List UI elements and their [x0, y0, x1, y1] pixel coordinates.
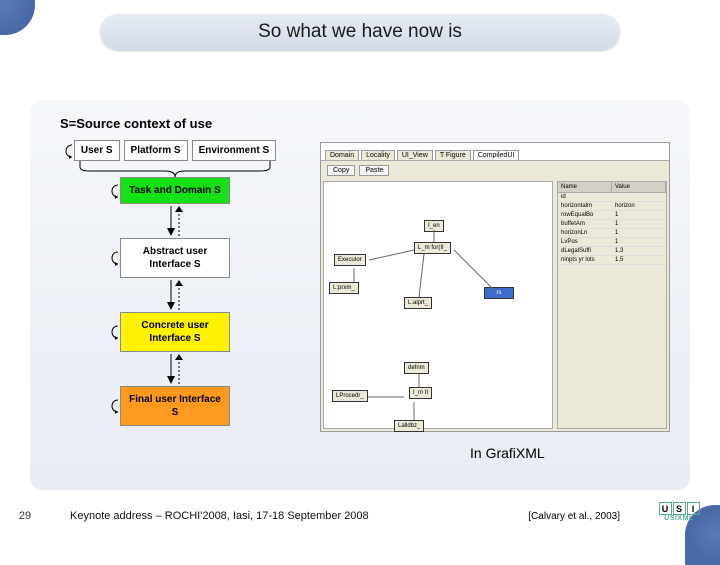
box-concrete-ui: Concrete user Interface S — [120, 312, 230, 352]
box-task-domain: Task and Domain S — [120, 177, 230, 204]
diagram-column: User S Platform S Environment S Task and… — [45, 140, 305, 426]
box-platform-s: Platform S — [124, 140, 188, 161]
node[interactable]: I_en — [424, 220, 444, 232]
canvas[interactable]: I_en L_m for(II_ Executor L:prxm_ L:alpr… — [323, 181, 553, 429]
tab-bar: Domain Locality UI_View T Figure Compile… — [321, 143, 669, 161]
node[interactable]: defnm — [404, 362, 429, 374]
tab-domain[interactable]: Domain — [325, 150, 359, 160]
usixml-logo: U S I USIXML — [648, 502, 710, 532]
node[interactable]: I_m II — [409, 387, 432, 399]
content-panel: S=Source context of use User S Platform … — [30, 100, 690, 490]
box-abstract-ui: Abstract user Interface S — [120, 238, 230, 278]
tab-figure[interactable]: T Figure — [435, 150, 471, 160]
slide-title: So what we have now is — [100, 14, 620, 50]
corner-decoration-tl — [0, 0, 35, 35]
node[interactable]: LProcedr_ — [332, 390, 368, 402]
tool-label: In GrafiXML — [470, 445, 545, 461]
footer-text: Keynote address – ROCHI'2008, Iasi, 17-1… — [50, 510, 528, 522]
box-environment-s: Environment S — [192, 140, 277, 161]
grafixml-screenshot: Domain Locality UI_View T Figure Compile… — [320, 142, 670, 432]
self-loop-icon — [107, 182, 119, 200]
property-row[interactable]: dLegalSuffi1.3 — [558, 247, 666, 256]
tab-uiview[interactable]: UI_View — [397, 150, 433, 160]
self-loop-icon — [107, 323, 119, 341]
property-row[interactable]: rowEqualBo1 — [558, 211, 666, 220]
bracket-icon — [45, 161, 305, 177]
property-row[interactable]: LvPos1 — [558, 238, 666, 247]
property-row[interactable]: buffetAm1 — [558, 220, 666, 229]
box-user-s: User S — [74, 140, 120, 161]
tab-locality[interactable]: Locality — [361, 150, 395, 160]
properties-panel: Name Value idhorizontalmhorizonrowEqualB… — [557, 181, 667, 429]
triple-row: User S Platform S Environment S — [45, 140, 305, 161]
footer: 29 Keynote address – ROCHI'2008, Iasi, 1… — [0, 510, 720, 522]
col-name: Name — [558, 182, 612, 192]
node[interactable]: L:alprt_ — [404, 297, 432, 309]
tab-compiledui[interactable]: CompiledUI — [473, 150, 520, 160]
property-row[interactable]: horizonLn1 — [558, 229, 666, 238]
col-value: Value — [612, 182, 666, 192]
node[interactable]: Lalldbz_ — [394, 420, 424, 432]
node[interactable]: Executor — [334, 254, 366, 266]
node-selected[interactable]: rs — [484, 287, 514, 299]
self-loop-icon — [107, 249, 119, 267]
paste-button[interactable]: Paste — [359, 165, 389, 176]
property-row[interactable]: horizontalmhorizon — [558, 202, 666, 211]
copy-button[interactable]: Copy — [327, 165, 355, 176]
self-loop-icon — [61, 142, 73, 160]
connector — [45, 278, 305, 312]
connector — [45, 352, 305, 386]
property-row[interactable]: id — [558, 193, 666, 202]
context-label: S=Source context of use — [60, 116, 212, 131]
connector — [45, 204, 305, 238]
box-final-ui: Final user Interface S — [120, 386, 230, 426]
node[interactable]: L_m for(II_ — [414, 242, 451, 254]
property-row[interactable]: ninpts yr lots1.5 — [558, 256, 666, 265]
node[interactable]: L:prxm_ — [329, 282, 359, 294]
page-number: 29 — [0, 510, 50, 522]
self-loop-icon — [107, 397, 119, 415]
panel-header: Name Value — [558, 182, 666, 193]
toolbar: Copy Paste — [321, 161, 669, 179]
